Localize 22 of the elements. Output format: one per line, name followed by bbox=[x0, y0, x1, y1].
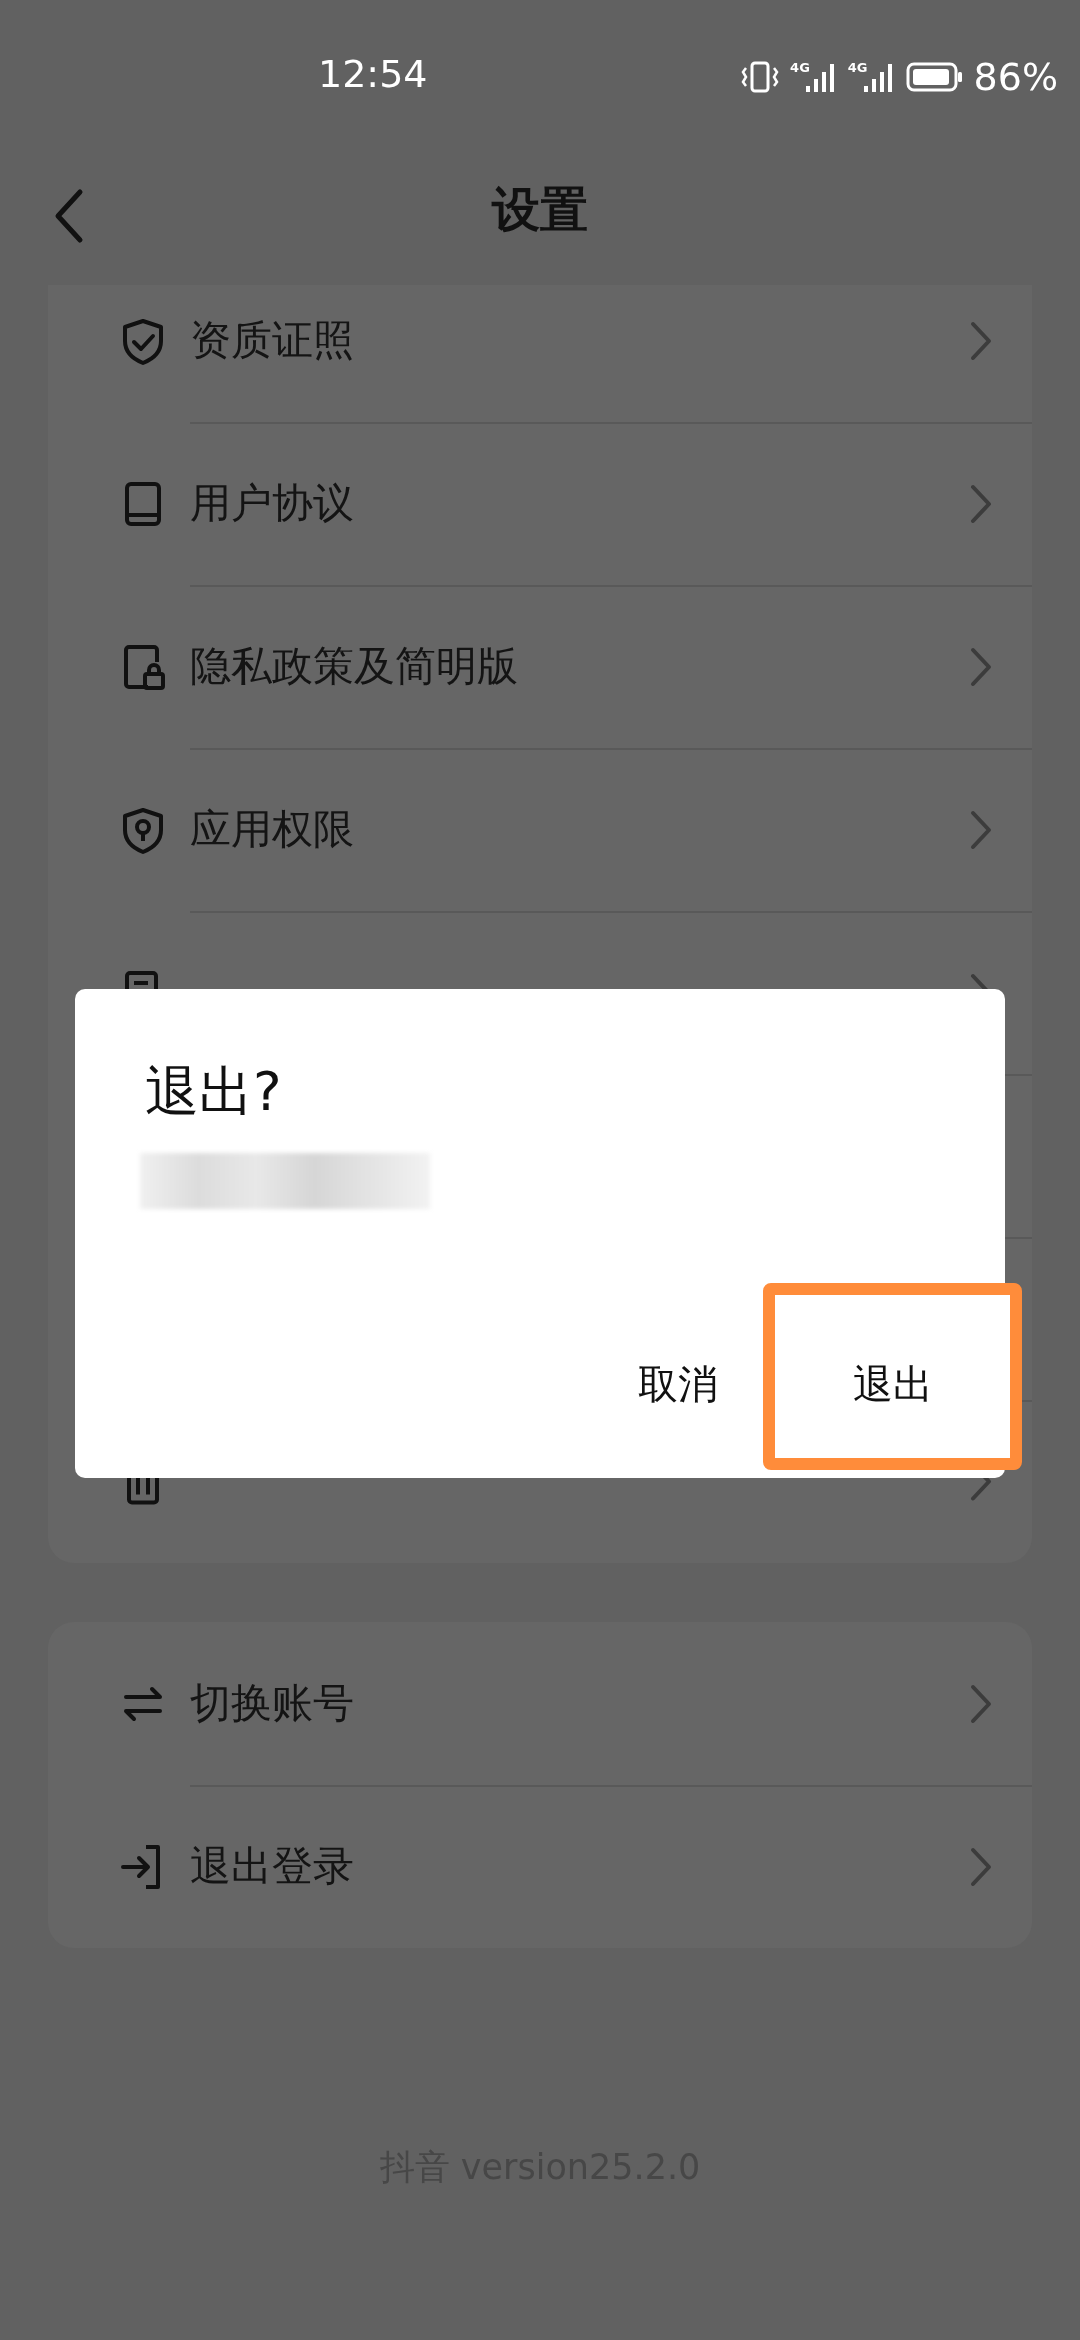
network-label: 4G bbox=[790, 60, 810, 75]
dialog-title: 退出? bbox=[145, 1065, 283, 1119]
chevron-icon bbox=[970, 809, 992, 850]
chevron-icon bbox=[970, 1846, 992, 1887]
settings-row[interactable]: 用户协议 bbox=[48, 422, 1032, 585]
chevron-icon bbox=[970, 320, 992, 361]
chevron-icon bbox=[970, 1683, 992, 1724]
settings-row[interactable]: 隐私政策及简明版 bbox=[48, 585, 1032, 748]
chevron-icon bbox=[970, 483, 992, 524]
battery-icon bbox=[905, 60, 964, 94]
battery-percentage: 86% bbox=[973, 55, 1058, 99]
vibrate-icon bbox=[740, 60, 781, 94]
settings-row[interactable]: 切换账号 bbox=[48, 1622, 1032, 1785]
settings-row[interactable]: 应用权限 bbox=[48, 748, 1032, 911]
settings-row[interactable]: 资质证照 bbox=[48, 285, 1032, 422]
status-time: 12:54 bbox=[318, 52, 428, 96]
chevron-icon bbox=[970, 1478, 992, 1502]
confirm-button[interactable]: 退出 bbox=[763, 1283, 1022, 1470]
chevron-icon bbox=[970, 646, 992, 687]
page-title: 设置 bbox=[492, 180, 588, 239]
network-label: 4G bbox=[847, 60, 868, 75]
settings-row[interactable]: 退出登录 bbox=[48, 1785, 1032, 1948]
